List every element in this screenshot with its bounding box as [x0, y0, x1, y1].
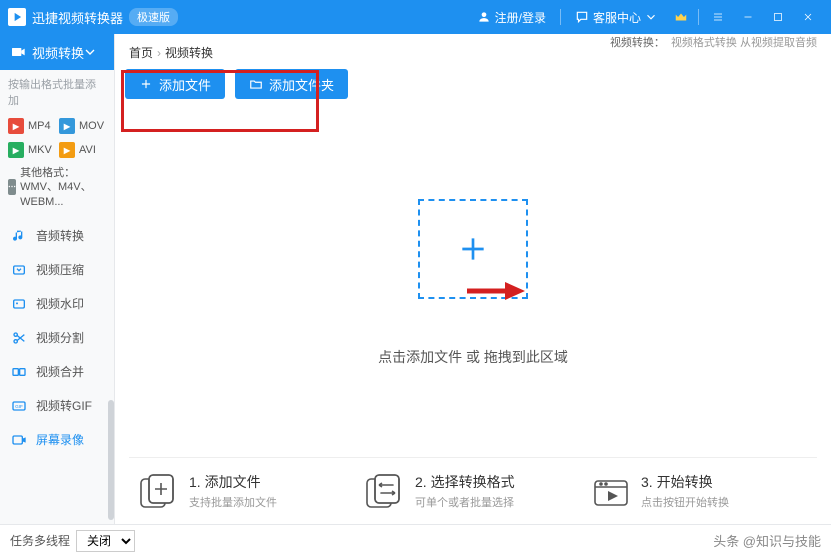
- titlebar: 迅捷视频转换器 极速版 注册/登录 客服中心: [0, 0, 831, 34]
- sidebar-item-video-to-gif[interactable]: GIF 视频转GIF: [0, 389, 114, 423]
- menu-button[interactable]: [703, 0, 733, 34]
- start-convert-step-icon: [591, 473, 631, 509]
- footer: 任务多线程 关闭 头条 @知识与技能: [0, 524, 831, 556]
- step-2: 2. 选择转换格式 可单个或者批量选择: [365, 472, 581, 510]
- scrollbar-thumb[interactable]: [108, 400, 114, 520]
- sidebar-item-label: 视频分割: [36, 329, 84, 346]
- watermark-icon: [10, 295, 28, 313]
- gif-icon: GIF: [10, 397, 28, 415]
- file-icon: ▶: [8, 142, 24, 158]
- vip-button[interactable]: [668, 0, 694, 34]
- file-icon: ▶: [8, 118, 24, 134]
- plus-icon: [457, 233, 489, 265]
- folder-icon: [249, 77, 263, 91]
- login-button[interactable]: 注册/登录: [467, 0, 556, 34]
- add-file-label: 添加文件: [159, 75, 211, 94]
- add-folder-label: 添加文件夹: [269, 75, 334, 94]
- support-button[interactable]: 客服中心: [565, 0, 668, 34]
- watermark-text: 头条 @知识与技能: [713, 531, 821, 550]
- crown-icon: [674, 10, 688, 24]
- step-3: 3. 开始转换 点击按钮开始转换: [591, 472, 807, 510]
- format-mkv[interactable]: ▶MKV: [6, 138, 57, 162]
- add-file-step-icon: [139, 473, 179, 509]
- chat-icon: [575, 10, 589, 24]
- compress-icon: [10, 261, 28, 279]
- step-sub: 点击按钮开始转换: [641, 494, 729, 510]
- format-mp4[interactable]: ▶MP4: [6, 114, 57, 138]
- add-folder-button[interactable]: 添加文件夹: [235, 69, 348, 99]
- add-file-button[interactable]: 添加文件: [125, 69, 225, 99]
- sidebar-item-screen-record[interactable]: 屏幕录像: [0, 423, 114, 457]
- chevron-down-icon: [644, 10, 658, 24]
- plus-icon: [139, 77, 153, 91]
- format-grid: ▶MP4 ▶MOV ▶MKV ▶AVI ⋯其他格式：WMV、M4V、WEBM..…: [0, 114, 114, 219]
- sidebar-item-audio-convert[interactable]: 音频转换: [0, 219, 114, 253]
- chevron-down-icon: [82, 44, 98, 60]
- sidebar: 视频转换 按输出格式批量添加 ▶MP4 ▶MOV ▶MKV ▶AVI ⋯其他格式…: [0, 34, 115, 524]
- sidebar-item-label: 视频转GIF: [36, 397, 92, 414]
- sidebar-item-label: 屏幕录像: [36, 431, 84, 448]
- file-icon: ▶: [59, 142, 75, 158]
- app-logo-icon: [8, 8, 26, 26]
- thread-select[interactable]: 关闭: [76, 530, 135, 552]
- file-icon: ⋯: [8, 179, 16, 195]
- step-title: 1. 添加文件: [189, 472, 277, 492]
- file-icon: ▶: [59, 118, 75, 134]
- format-mov[interactable]: ▶MOV: [57, 114, 108, 138]
- sidebar-section-label: 按输出格式批量添加: [0, 70, 114, 114]
- maximize-button[interactable]: [763, 0, 793, 34]
- sidebar-item-label: 视频压缩: [36, 261, 84, 278]
- sidebar-active-category[interactable]: 视频转换: [0, 34, 114, 70]
- app-title: 迅捷视频转换器: [32, 8, 123, 27]
- video-icon: [10, 44, 26, 60]
- choose-format-step-icon: [365, 473, 405, 509]
- sidebar-active-label: 视频转换: [32, 43, 84, 62]
- format-other[interactable]: ⋯其他格式：WMV、M4V、WEBM...: [6, 162, 108, 213]
- format-avi[interactable]: ▶AVI: [57, 138, 108, 162]
- svg-text:GIF: GIF: [15, 404, 23, 409]
- separator: [560, 9, 561, 25]
- sidebar-item-label: 视频水印: [36, 295, 84, 312]
- step-sub: 可单个或者批量选择: [415, 494, 515, 510]
- separator: [698, 9, 699, 25]
- record-icon: [10, 431, 28, 449]
- chevron-right-icon: ›: [157, 46, 161, 60]
- merge-icon: [10, 363, 28, 381]
- login-label: 注册/登录: [495, 9, 546, 26]
- sidebar-item-video-merge[interactable]: 视频合并: [0, 355, 114, 389]
- steps-row: 1. 添加文件 支持批量添加文件 2. 选择转换格式 可单个或者批量选择 3. …: [129, 457, 817, 524]
- close-button[interactable]: [793, 0, 823, 34]
- split-icon: [10, 329, 28, 347]
- breadcrumb-home[interactable]: 首页: [129, 44, 153, 61]
- action-row: 添加文件 添加文件夹: [115, 65, 831, 109]
- drop-hint-text: 点击添加文件 或 拖拽到此区域: [378, 347, 568, 367]
- annotation-arrow-icon: [465, 280, 525, 305]
- support-label: 客服中心: [593, 9, 641, 26]
- sidebar-scrollbar[interactable]: [108, 140, 114, 524]
- footer-label: 任务多线程: [10, 532, 70, 549]
- breadcrumb-current: 视频转换: [165, 44, 213, 61]
- minimize-button[interactable]: [733, 0, 763, 34]
- user-icon: [477, 10, 491, 24]
- sidebar-item-video-split[interactable]: 视频分割: [0, 321, 114, 355]
- main-panel: 首页 › 视频转换 视频转换：视频格式转换 从视频提取音频 添加文件 添加文件夹: [115, 34, 831, 524]
- sidebar-item-video-compress[interactable]: 视频压缩: [0, 253, 114, 287]
- edition-badge: 极速版: [129, 8, 178, 26]
- sidebar-item-label: 音频转换: [36, 227, 84, 244]
- step-1: 1. 添加文件 支持批量添加文件: [139, 472, 355, 510]
- page-subhint: 视频转换：视频格式转换 从视频提取音频: [596, 34, 831, 56]
- step-title: 3. 开始转换: [641, 472, 729, 492]
- sidebar-item-video-watermark[interactable]: 视频水印: [0, 287, 114, 321]
- step-sub: 支持批量添加文件: [189, 494, 277, 510]
- audio-icon: [10, 227, 28, 245]
- breadcrumb: 首页 › 视频转换: [115, 34, 596, 65]
- sidebar-item-label: 视频合并: [36, 363, 84, 380]
- step-title: 2. 选择转换格式: [415, 472, 515, 492]
